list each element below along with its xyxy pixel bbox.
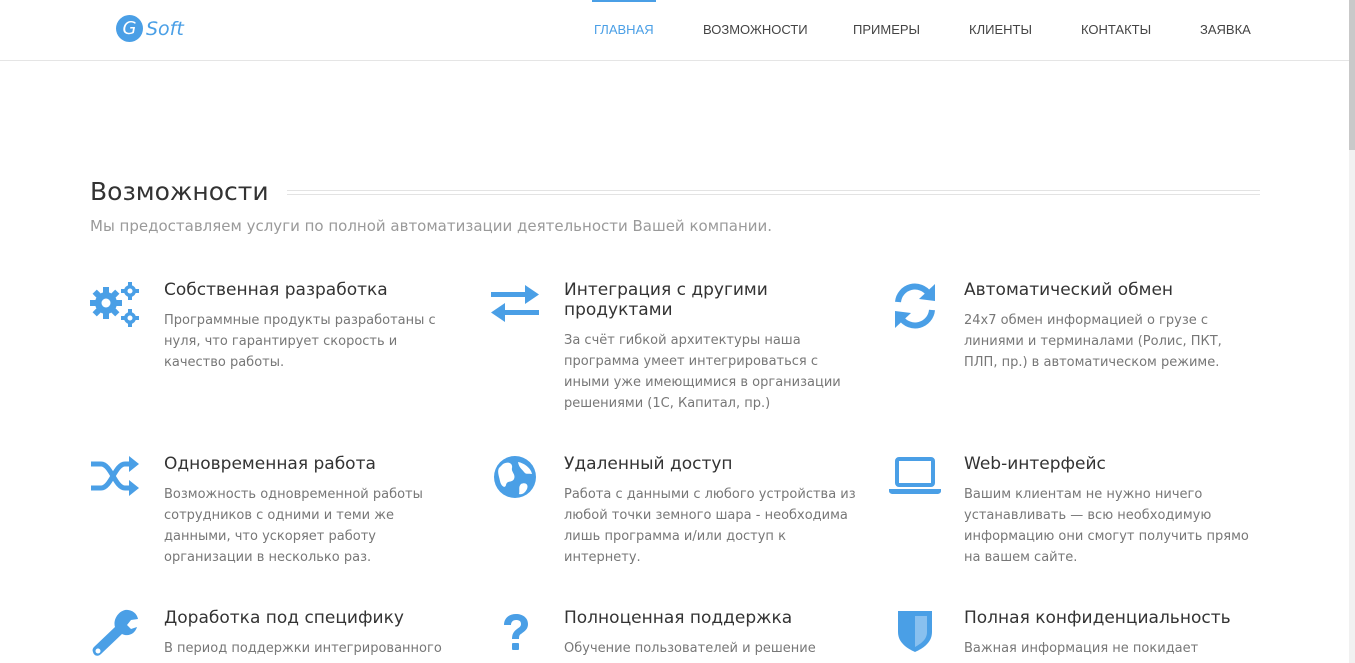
feature-title: Интеграция с другими продуктами bbox=[564, 280, 768, 320]
feature-title: Одновременная работа bbox=[164, 454, 376, 474]
feature-description: Программные продукты разработаны с нуля,… bbox=[164, 313, 436, 370]
logo-text: Soft bbox=[146, 17, 184, 40]
section-subtitle: Мы предоставляем услуги по полной автома… bbox=[90, 217, 773, 235]
wrench-icon bbox=[89, 608, 141, 660]
nav-item-home[interactable]: ГЛАВНАЯ bbox=[592, 0, 656, 60]
question-icon bbox=[489, 608, 541, 660]
feature-description: В период поддержки интегрированного bbox=[164, 641, 442, 656]
feature-title: Автоматический обмен bbox=[964, 280, 1174, 300]
site-header: G Soft ГЛАВНАЯ ВОЗМОЖНОСТИ ПРИМЕРЫ КЛИЕН… bbox=[0, 0, 1349, 61]
nav-item-request[interactable]: ЗАЯВКА bbox=[1200, 0, 1251, 60]
gears-icon bbox=[89, 280, 141, 332]
feature-title: Полная конфиденциальность bbox=[964, 608, 1231, 628]
nav-item-features[interactable]: ВОЗМОЖНОСТИ bbox=[703, 0, 808, 60]
scrollbar-thumb[interactable] bbox=[1349, 0, 1355, 150]
feature-description: Важная информация не покидает bbox=[964, 641, 1199, 656]
logo[interactable]: G Soft bbox=[116, 15, 184, 42]
feature-title: Полноценная поддержка bbox=[564, 608, 793, 628]
page-scrollbar[interactable] bbox=[1349, 0, 1355, 663]
globe-icon bbox=[489, 454, 541, 506]
refresh-icon bbox=[889, 280, 941, 332]
feature-title: Web-интерфейс bbox=[964, 454, 1106, 474]
shuffle-icon bbox=[89, 454, 141, 506]
feature-description: 24x7 обмен информацией о грузе с линиями… bbox=[964, 313, 1222, 370]
shield-icon bbox=[889, 608, 941, 660]
feature-description: За счёт гибкой архитектуры наша программ… bbox=[564, 333, 841, 411]
title-divider bbox=[287, 190, 1260, 195]
feature-title: Собственная разработка bbox=[164, 280, 388, 300]
exchange-arrows-icon bbox=[489, 280, 541, 332]
feature-description: Работа с данными с любого устройства из … bbox=[564, 487, 856, 565]
feature-description: Возможность одновременной работы сотрудн… bbox=[164, 487, 423, 565]
feature-title: Удаленный доступ bbox=[564, 454, 733, 474]
feature-description: Обучение пользователей и решение bbox=[564, 641, 816, 656]
feature-title: Доработка под специфику bbox=[164, 608, 404, 628]
feature-description: Вашим клиентам не нужно ничего устанавли… bbox=[964, 487, 1249, 565]
nav-item-clients[interactable]: КЛИЕНТЫ bbox=[969, 0, 1032, 60]
nav-item-contacts[interactable]: КОНТАКТЫ bbox=[1081, 0, 1151, 60]
logo-mark: G bbox=[116, 15, 143, 42]
laptop-icon bbox=[889, 454, 941, 506]
section-title: Возможности bbox=[90, 177, 269, 206]
nav-item-examples[interactable]: ПРИМЕРЫ bbox=[853, 0, 920, 60]
